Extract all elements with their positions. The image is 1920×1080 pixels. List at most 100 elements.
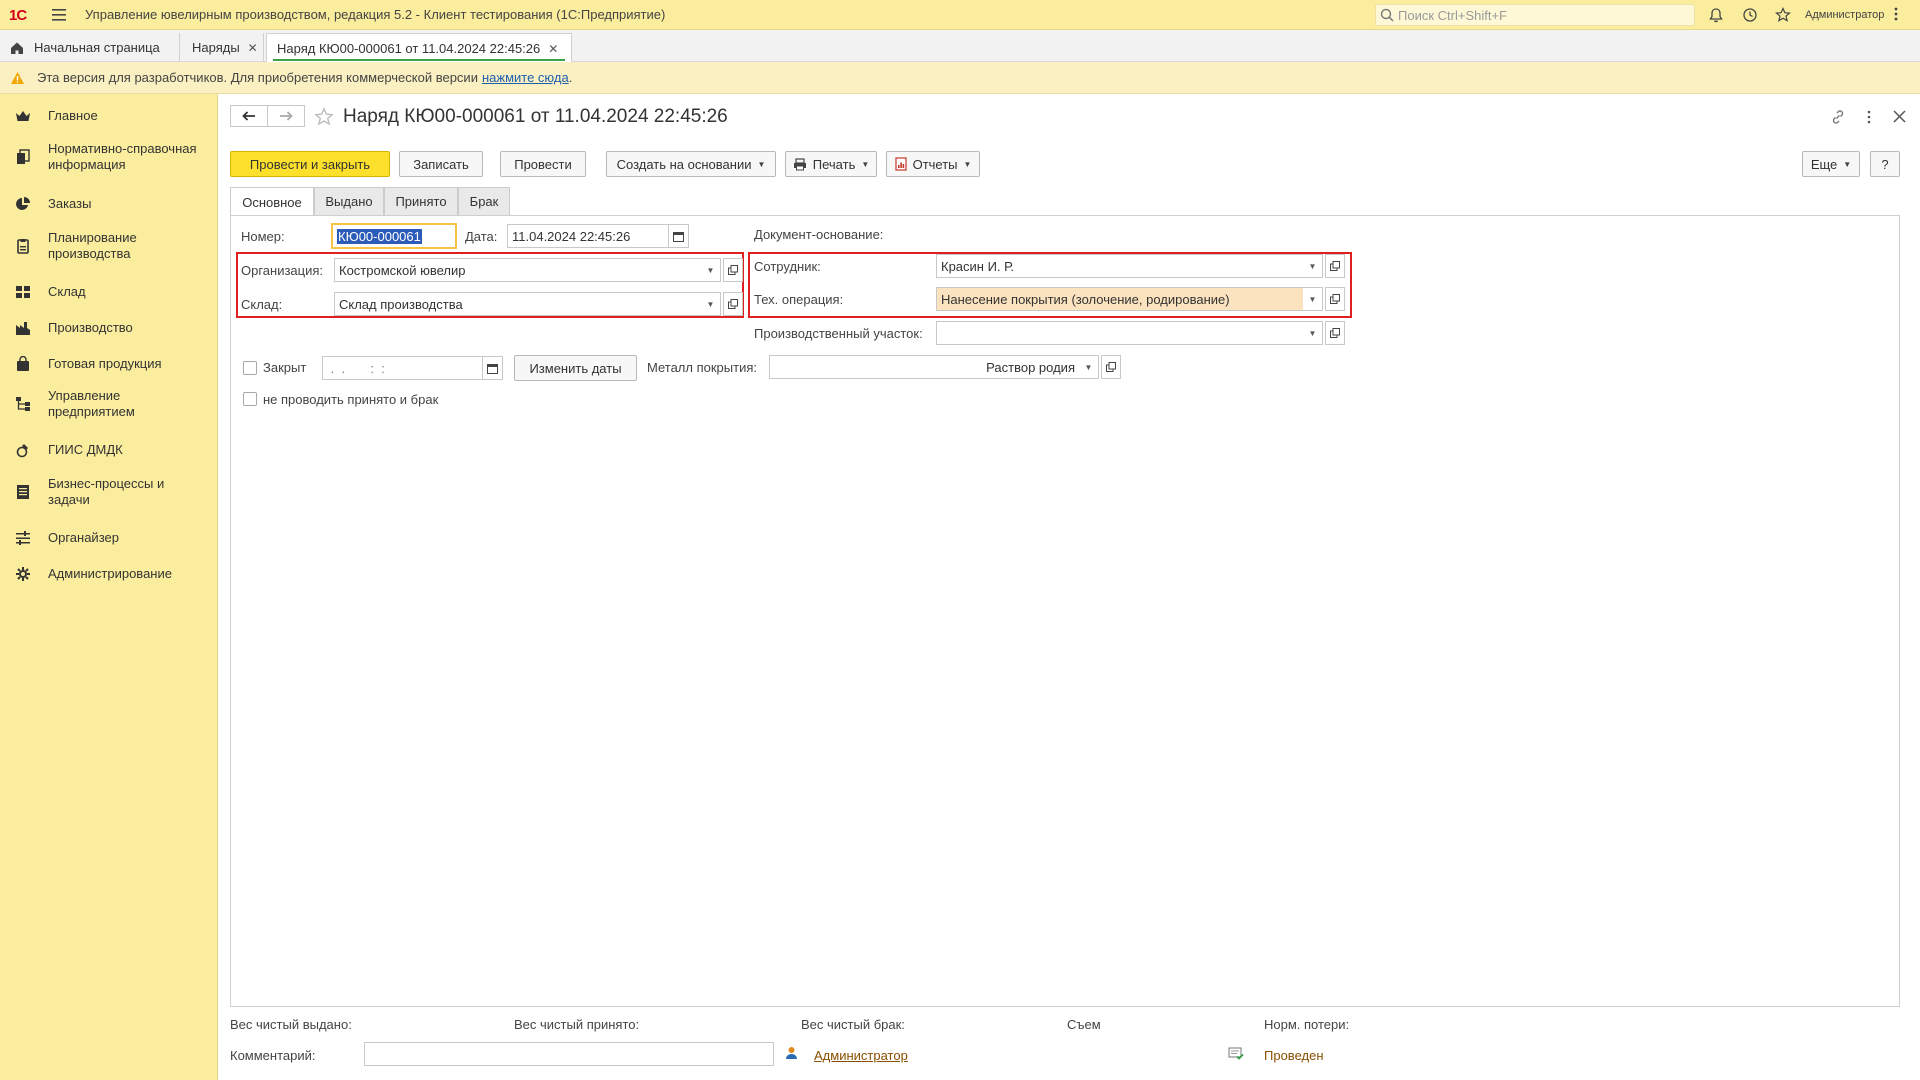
warehouse-dropdown-button[interactable]: ▼ [701, 292, 721, 316]
sidebar-item-finished-goods[interactable]: Готовая продукция [0, 354, 218, 374]
tab-defect[interactable]: Брак [458, 187, 510, 215]
notice-link[interactable]: нажмите сюда [482, 70, 569, 85]
favorite-star-icon[interactable] [314, 107, 334, 127]
closed-date-field[interactable]: . . : : [322, 356, 483, 380]
employee-field[interactable]: Красин И. Р. [936, 254, 1304, 278]
more-button[interactable]: Еще ▼ [1802, 151, 1860, 177]
sidebar-item-label: Управление предприятием [48, 388, 135, 419]
author-link[interactable]: Администратор [814, 1048, 908, 1063]
tab-issued[interactable]: Выдано [314, 187, 384, 215]
tab-document-label: Наряд КЮ00-000061 от 11.04.2024 22:45:26 [277, 41, 541, 56]
sidebar-item-main[interactable]: Главное [0, 106, 218, 126]
skip-received-defect-checkbox[interactable] [243, 392, 257, 406]
back-button[interactable] [230, 105, 268, 127]
closed-date-value: . . : : [327, 360, 385, 376]
sidebar-item-label: Производство [48, 320, 133, 335]
organization-dropdown-button[interactable]: ▼ [701, 258, 721, 282]
search-input[interactable]: Поиск Ctrl+Shift+F [1375, 4, 1695, 26]
date-label: Дата: [465, 229, 498, 244]
closed-checkbox[interactable] [243, 361, 257, 375]
sidebar-item-warehouse[interactable]: Склад [0, 282, 218, 302]
post-and-close-button[interactable]: Провести и закрыть [230, 151, 390, 177]
comment-field[interactable] [364, 1042, 774, 1066]
warning-icon [10, 71, 25, 85]
chevron-down-icon: ▼ [757, 159, 766, 169]
tab-orders-list-label: Наряды [192, 40, 240, 55]
page-title: Наряд КЮ00-000061 от 11.04.2024 22:45:26 [343, 106, 728, 127]
books-icon [15, 149, 31, 165]
date-field[interactable]: 11.04.2024 22:45:26 [507, 224, 669, 248]
search-placeholder: Поиск Ctrl+Shift+F [1398, 7, 1507, 23]
post-button[interactable]: Провести [500, 151, 586, 177]
organization-open-button[interactable] [723, 258, 743, 282]
warehouse-open-button[interactable] [723, 292, 743, 316]
production-area-dropdown-button[interactable]: ▼ [1303, 321, 1323, 345]
history-icon[interactable] [1742, 7, 1758, 23]
operation-dropdown-button[interactable]: ▼ [1303, 287, 1323, 311]
organization-label: Организация: [241, 263, 324, 278]
notifications-icon[interactable] [1708, 7, 1724, 23]
sidebar-item-orders[interactable]: Заказы [0, 194, 218, 214]
sidebar-item-label: Органайзер [48, 530, 119, 545]
user-name[interactable]: Администратор [1805, 9, 1884, 21]
operation-label: Тех. операция: [754, 292, 844, 307]
sidebar-item-reference[interactable]: Нормативно-справочная информация [0, 141, 218, 173]
more-vertical-icon[interactable] [1866, 109, 1872, 125]
arrow-right-icon [279, 111, 293, 121]
open-external-icon [728, 299, 738, 309]
organization-field[interactable]: Костромской ювелир [334, 258, 702, 282]
warehouse-field[interactable]: Склад производства [334, 292, 702, 316]
print-button[interactable]: Печать ▼ [785, 151, 877, 177]
crown-icon [15, 108, 31, 124]
close-window-icon[interactable] [1893, 110, 1906, 123]
sidebar-item-business-processes[interactable]: Бизнес-процессы и задачи [0, 476, 218, 508]
open-external-icon [1330, 328, 1340, 338]
reports-button[interactable]: Отчеты ▼ [886, 151, 980, 177]
production-area-open-button[interactable] [1325, 321, 1345, 345]
sidebar-item-administration[interactable]: Администрирование [0, 564, 218, 584]
close-icon[interactable]: ✕ [248, 41, 258, 55]
save-button[interactable]: Записать [399, 151, 483, 177]
hierarchy-icon [15, 396, 31, 412]
metal-field[interactable]: Раствор родия [769, 355, 1080, 379]
sidebar-item-production[interactable]: Производство [0, 318, 218, 338]
employee-open-button[interactable] [1325, 254, 1345, 278]
close-icon[interactable]: ✕ [548, 42, 558, 56]
employee-dropdown-button[interactable]: ▼ [1303, 254, 1323, 278]
app-logo: 1С [9, 7, 27, 24]
change-dates-button[interactable]: Изменить даты [514, 355, 637, 381]
tab-received[interactable]: Принято [384, 187, 458, 215]
tab-document[interactable]: Наряд КЮ00-000061 от 11.04.2024 22:45:26… [266, 33, 572, 63]
create-based-on-button[interactable]: Создать на основании ▼ [606, 151, 776, 177]
tab-main[interactable]: Основное [230, 187, 314, 216]
sidebar-item-organizer[interactable]: Органайзер [0, 528, 218, 548]
operation-open-button[interactable] [1325, 287, 1345, 311]
favorites-icon[interactable] [1775, 7, 1791, 23]
sidebar-item-label: Склад [48, 284, 86, 299]
more-vertical-icon[interactable] [1893, 6, 1899, 22]
closed-date-picker-button[interactable] [482, 356, 503, 380]
menu-icon[interactable] [52, 8, 68, 22]
sidebar-item-enterprise[interactable]: Управление предприятием [0, 388, 218, 420]
open-external-icon [1330, 261, 1340, 271]
bag-icon [15, 356, 31, 372]
link-icon[interactable] [1830, 109, 1846, 125]
number-field[interactable]: КЮ00-000061 [331, 223, 457, 249]
sidebar-item-planning[interactable]: Планирование производства [0, 230, 218, 262]
forward-button[interactable] [267, 105, 305, 127]
date-picker-button[interactable] [668, 224, 689, 248]
production-area-field[interactable] [936, 321, 1304, 345]
metal-open-button[interactable] [1101, 355, 1121, 379]
chevron-down-icon: ▼ [1843, 159, 1852, 169]
employee-value: Красин И. Р. [941, 258, 1014, 274]
number-label: Номер: [241, 229, 285, 244]
user-icon [785, 1046, 798, 1060]
operation-field[interactable]: Нанесение покрытия (золочение, родирован… [936, 287, 1304, 311]
tab-orders-list[interactable]: Наряды ✕ [182, 33, 264, 62]
tab-home[interactable]: Начальная страница [0, 33, 180, 62]
sidebar-item-giis[interactable]: ГИИС ДМДК [0, 440, 218, 460]
metal-dropdown-button[interactable]: ▼ [1079, 355, 1099, 379]
clipboard-icon [15, 238, 31, 254]
sidebar-item-label: Главное [48, 108, 98, 123]
help-button[interactable]: ? [1870, 151, 1900, 177]
